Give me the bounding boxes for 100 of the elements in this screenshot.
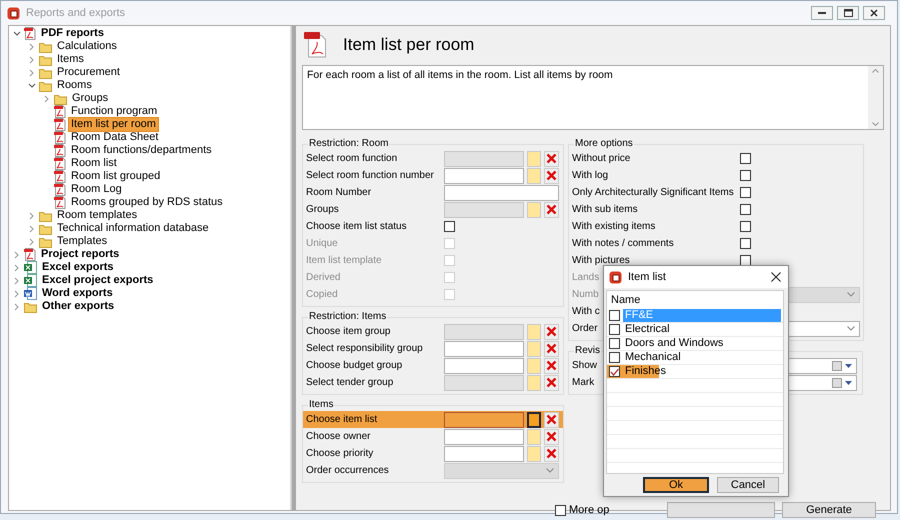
tree-item[interactable]: Excel project exports [40,274,156,287]
checkbox[interactable] [740,221,751,232]
tree-item[interactable]: Technical information database [55,222,211,235]
chevron-right-icon[interactable] [28,42,34,50]
folder-icon [39,80,52,92]
scroll-down-icon[interactable] [872,122,879,126]
tree-item[interactable]: Room templates [55,209,140,222]
input-field[interactable] [444,184,559,200]
description-box[interactable]: For each room a list of all items in the room. List all items by room [302,65,884,130]
chevron-down-icon[interactable] [28,82,36,88]
cross-icon [546,414,557,425]
checkbox[interactable] [609,338,620,349]
checkbox[interactable] [740,153,751,164]
chevron-right-icon[interactable] [28,56,34,64]
scrollbar[interactable] [868,66,883,129]
chevron-right-icon[interactable] [14,302,20,310]
tree-item[interactable]: Room list grouped [69,170,162,183]
input-field[interactable] [444,428,524,444]
clear-button[interactable] [544,340,559,356]
dialog-button[interactable]: Cancel [717,477,779,493]
checkbox[interactable] [609,310,620,321]
group-label: Restriction: Items [308,311,388,323]
field-label: Select responsibility group [306,343,423,354]
generate-button[interactable]: Generate [782,502,876,518]
field-label: Choose item group [306,326,390,337]
tree-item[interactable]: Room Log [69,183,124,196]
chevron-right-icon[interactable] [28,68,34,76]
chevron-right-icon[interactable] [28,238,34,246]
checkbox[interactable] [555,504,566,516]
chevron-right-icon[interactable] [14,250,20,258]
chevron-right-icon[interactable] [28,212,34,220]
dialog-button[interactable]: Ok [643,477,709,493]
clear-button[interactable] [544,324,559,340]
input-field[interactable] [444,202,524,218]
checkbox[interactable] [609,324,620,335]
chevron-right-icon[interactable] [14,290,20,298]
input-field[interactable] [444,412,524,428]
tree-item[interactable]: Project reports [39,248,122,261]
clear-button[interactable] [544,428,559,444]
field-label: Only Architecturally Significant Items [572,187,734,198]
tree-item[interactable]: Rooms [55,79,94,92]
field-label: Groups [306,204,339,215]
button[interactable] [667,502,775,518]
tree-item[interactable]: Procurement [55,66,122,79]
clear-button[interactable] [544,412,559,428]
tree-item[interactable]: Room list [69,157,119,170]
tree-item[interactable]: Rooms grouped by RDS status [69,196,225,209]
input-field[interactable] [444,358,524,374]
clear-button[interactable] [544,168,559,184]
scroll-up-icon[interactable] [872,69,879,73]
list-item[interactable]: Electrical [623,323,672,336]
checkbox[interactable] [740,187,751,198]
list-item[interactable]: Doors and Windows [623,337,726,350]
checkbox[interactable] [740,170,751,181]
tree-item[interactable]: Item list per room [69,118,158,131]
tree-item[interactable]: Room functions/departments [69,144,214,157]
input-field[interactable] [444,324,524,340]
tree-item[interactable]: Excel exports [40,261,116,274]
clear-button[interactable] [544,446,559,462]
chevron-right-icon[interactable] [14,264,20,272]
clear-button[interactable] [544,374,559,390]
tree-item[interactable]: Word exports [40,287,115,300]
tree-item[interactable]: Calculations [55,40,119,53]
pdf-icon [54,170,66,183]
input-field[interactable] [444,168,524,184]
folder-icon [39,66,52,78]
tree-item[interactable]: PDF reports [39,27,106,40]
close-button[interactable] [863,6,885,20]
chevron-right-icon[interactable] [44,94,50,102]
minimize-button[interactable] [811,6,833,20]
checkbox[interactable] [609,366,620,377]
field-label: Choose item list status [306,221,407,232]
input-field[interactable] [444,150,524,166]
browse-button[interactable] [527,412,541,428]
checkbox[interactable] [740,238,751,249]
close-button[interactable] [769,270,783,284]
input-field[interactable] [444,446,524,462]
input-field[interactable] [444,340,524,356]
pdf-icon [24,248,36,261]
clear-button[interactable] [544,150,559,166]
list-item[interactable]: Mechanical [623,351,683,364]
tree-item[interactable]: Other exports [40,300,116,313]
tree-item[interactable]: Room Data Sheet [69,131,160,144]
checkbox[interactable] [740,204,751,215]
chevron-right-icon[interactable] [28,224,34,232]
tree-item[interactable]: Templates [55,235,110,248]
cross-icon [546,326,557,337]
chevron-right-icon[interactable] [14,276,20,284]
tree-item[interactable]: Items [55,53,86,66]
input-field[interactable] [444,374,524,390]
maximize-button[interactable] [837,6,859,20]
minimize-icon [818,12,826,14]
tree-item[interactable]: Function program [69,105,160,118]
clear-button[interactable] [544,358,559,374]
checkbox[interactable] [444,221,455,232]
chevron-down-icon[interactable] [12,30,20,36]
clear-button[interactable] [544,202,559,218]
checkbox[interactable] [740,255,751,266]
tree-item[interactable]: Groups [70,92,110,105]
checkbox[interactable] [609,352,620,363]
